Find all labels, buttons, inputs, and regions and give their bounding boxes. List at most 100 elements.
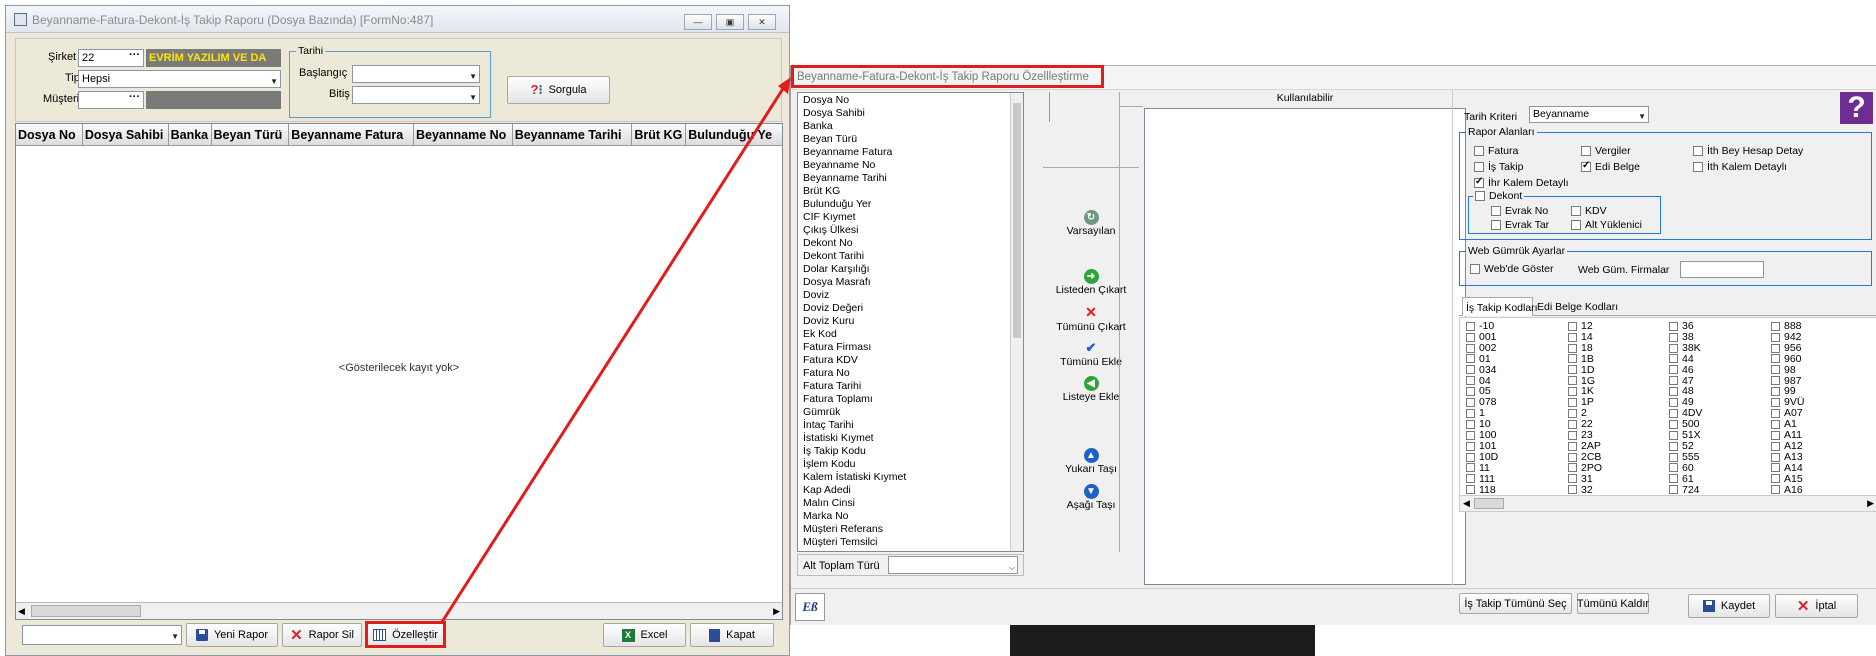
minimize-button[interactable]: — [684,14,712,30]
iptal-button[interactable]: ✕ İptal [1775,594,1858,618]
field-list-item[interactable]: Çıkış Ülkesi [798,224,1023,237]
ith-bey-checkbox[interactable]: İth Bey Hesap Detay [1693,145,1803,157]
field-list-item[interactable]: İstatiski Kıymet [798,432,1023,445]
field-list-scrollbar[interactable] [1010,93,1023,551]
field-list-item[interactable]: Ek Kod [798,328,1023,341]
ellipsis-icon[interactable]: ··· [129,92,140,105]
tab-edi-belge-kodlari[interactable]: Edi Belge Kodları [1534,299,1618,315]
col-header[interactable]: Dosya No [16,124,83,145]
kaydet-button[interactable]: Kaydet [1688,594,1770,618]
dekont-checkbox[interactable]: Dekont [1473,190,1525,202]
scroll-left-icon[interactable]: ◀ [18,606,25,617]
alt-yuklenici-checkbox[interactable]: Alt Yüklenici [1571,219,1642,231]
close-button[interactable]: ✕ [748,14,776,30]
col-header[interactable]: Dosya Sahibi [83,124,169,145]
field-list-item[interactable]: İntaç Tarihi [798,419,1023,432]
field-list-item[interactable]: Dosya Masrafı [798,276,1023,289]
col-header[interactable]: Brüt KG [632,124,687,145]
field-list-item[interactable]: Doviz Değeri [798,302,1023,315]
listeden-cikart-button[interactable]: ➜ Listeden Çıkart [1045,269,1137,296]
available-list[interactable] [1144,108,1466,585]
col-header[interactable]: Banka [169,124,212,145]
field-list-item[interactable]: Dekont No [798,237,1023,250]
field-list-item[interactable]: Doviz [798,289,1023,302]
scroll-left-icon[interactable]: ◀ [1463,498,1470,509]
field-list-item[interactable]: Dolar Karşılığı [798,263,1023,276]
scroll-right-icon[interactable]: ▶ [1867,498,1874,509]
baslangic-date[interactable]: ▼ [352,65,480,83]
ihr-kalem-checkbox[interactable]: İhr Kalem Detaylı [1474,176,1569,189]
field-list-item[interactable]: Dekont Tarihi [798,250,1023,263]
scroll-thumb[interactable] [1474,498,1504,509]
field-list-item[interactable]: Fatura No [798,367,1023,380]
field-list[interactable]: Dosya No Dosya Sahibi Banka Beyan Türü Beyan… [797,92,1024,552]
tumunu-cikart-button[interactable]: ✕ Tümünü Çıkart [1045,304,1137,333]
web-gum-firmalar-input[interactable] [1680,261,1764,278]
rapor-sil-button[interactable]: ✕ Rapor Sil [282,623,362,647]
kdv-checkbox[interactable]: KDV [1571,205,1607,217]
maximize-button[interactable]: ▣ [716,14,744,30]
field-list-item[interactable]: Banka [798,120,1023,133]
scroll-thumb[interactable] [31,605,141,617]
tumunu-ekle-button[interactable]: ✔ Tümünü Ekle [1045,340,1137,368]
col-header[interactable]: Beyan Türü [212,124,290,145]
asagi-tasi-button[interactable]: ▼ Aşağı Taşı [1045,484,1137,511]
scroll-thumb[interactable] [1013,103,1021,338]
fatura-checkbox[interactable]: Fatura [1474,145,1518,157]
col-header[interactable]: Bulunduğu Ye [686,124,782,145]
ellipsis-icon[interactable]: ··· [129,50,140,63]
kapat-button[interactable]: Kapat [690,623,774,647]
field-list-item[interactable]: Beyan Türü [798,133,1023,146]
field-list-item[interactable]: Fatura Firması [798,341,1023,354]
tip-select[interactable]: Hepsi ▼ [78,70,281,88]
evrak-no-checkbox[interactable]: Evrak No [1491,205,1548,217]
excel-button[interactable]: X Excel [603,623,686,647]
yeni-rapor-button[interactable]: Yeni Rapor [186,623,278,647]
saved-report-select[interactable]: ▼ [22,625,182,645]
bitis-date[interactable]: ▼ [352,86,480,104]
tab-is-takip-kodlari[interactable]: İş Takip Kodları [1462,297,1538,316]
scroll-right-icon[interactable]: ▶ [773,606,780,617]
ozellestir-button[interactable]: Özelleştir [365,621,446,648]
help-icon[interactable]: ? [1840,92,1873,124]
col-header[interactable]: Beyanname No [414,124,513,145]
is-takip-checkbox[interactable]: İş Takip [1474,161,1523,173]
musteri-code-input[interactable]: ··· [78,91,144,109]
ith-kalem-checkbox[interactable]: İth Kalem Detaylı [1693,161,1787,173]
field-list-item[interactable]: Müşteri Referans [798,523,1023,536]
field-list-item[interactable]: Müşteri Temsilci [798,536,1023,549]
is-takip-tumunu-sec-button[interactable]: İş Takip Tümünü Seç [1459,593,1572,614]
tarih-kriteri-select[interactable]: Beyanname ▼ [1529,106,1649,123]
field-list-item[interactable]: CIF Kıymet [798,211,1023,224]
field-list-item[interactable]: Kap Adedi [798,484,1023,497]
field-list-item[interactable]: Fatura Toplamı [798,393,1023,406]
col-header[interactable]: Beyanname Fatura [289,124,414,145]
sorgula-button[interactable]: ?⁝ Sorgula [507,76,610,104]
field-list-item[interactable]: Beyanname Fatura [798,146,1023,159]
edi-belge-checkbox[interactable]: Edi Belge [1581,160,1640,173]
horizontal-scrollbar[interactable]: ◀ ▶ [16,602,782,619]
field-list-item[interactable]: Dosya Sahibi [798,107,1023,120]
field-list-item[interactable]: Gümrük [798,406,1023,419]
field-list-item[interactable]: Brüt KG [798,185,1023,198]
col-header[interactable]: Beyanname Tarihi [513,124,633,145]
webde-goster-checkbox[interactable]: Web'de Göster [1470,263,1554,275]
field-list-item[interactable]: Fatura Tarihi [798,380,1023,393]
field-list-item[interactable]: Marka No [798,510,1023,523]
listeye-ekle-button[interactable]: ◀ Listeye Ekle [1045,376,1137,403]
codes-horizontal-scrollbar[interactable]: ◀ ▶ [1460,495,1876,511]
field-list-item[interactable]: Kalem İstatiski Kıymet [798,471,1023,484]
field-list-item[interactable]: Malın Cinsi [798,497,1023,510]
field-list-item[interactable]: İş Takip Kodu [798,445,1023,458]
field-list-item[interactable]: Beyanname Tarihi [798,172,1023,185]
field-list-item[interactable]: İşlem Kodu [798,458,1023,471]
yukari-tasi-button[interactable]: ▲ Yukarı Taşı [1045,448,1137,475]
field-list-item[interactable]: Doviz Kuru [798,315,1023,328]
evrak-tar-checkbox[interactable]: Evrak Tar [1491,219,1549,231]
sirket-code-input[interactable]: 22 ··· [78,49,144,67]
alt-toplam-select[interactable]: ⌵ [888,556,1018,574]
vergiler-checkbox[interactable]: Vergiler [1581,145,1631,157]
field-list-item[interactable]: Fatura KDV [798,354,1023,367]
field-list-item[interactable]: Dosya No [798,94,1023,107]
varsayilan-button[interactable]: ↻ Varsayılan [1045,210,1137,237]
